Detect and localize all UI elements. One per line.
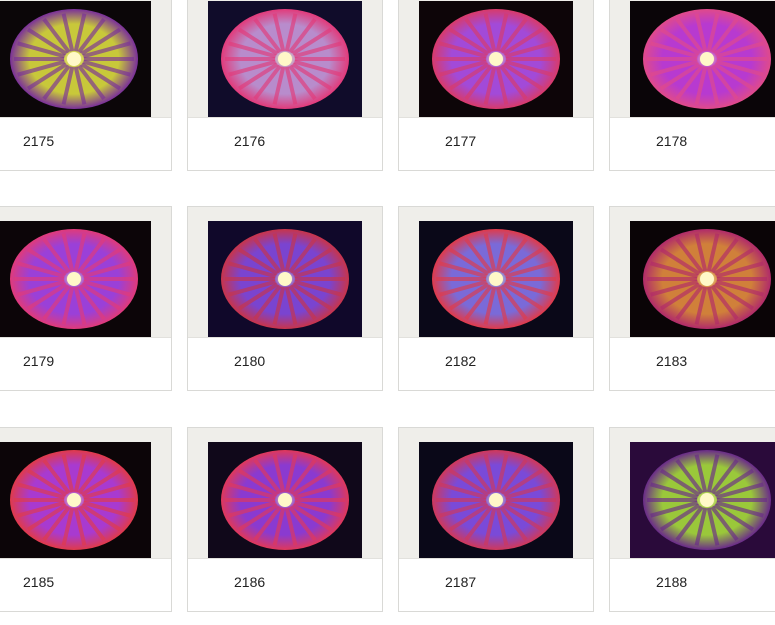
product-number[interactable]: 2178 — [656, 133, 687, 149]
product-image-frame — [399, 207, 593, 338]
product-photo[interactable] — [419, 221, 573, 337]
product-image-frame — [610, 0, 775, 118]
product-photo[interactable] — [630, 1, 775, 117]
product-image-frame — [188, 207, 382, 338]
product-number[interactable]: 2176 — [234, 133, 265, 149]
product-number[interactable]: 2183 — [656, 353, 687, 369]
product-card[interactable]: 2183 — [609, 206, 775, 391]
product-image-frame — [188, 428, 382, 559]
product-card[interactable]: 2176 — [187, 0, 383, 171]
product-photo[interactable] — [419, 1, 573, 117]
product-number[interactable]: 2188 — [656, 574, 687, 590]
product-number[interactable]: 2180 — [234, 353, 265, 369]
coral-image — [643, 9, 771, 109]
coral-image — [432, 450, 560, 550]
product-number[interactable]: 2179 — [23, 353, 54, 369]
product-card[interactable]: 2185 — [0, 427, 172, 612]
product-card[interactable]: 2177 — [398, 0, 594, 171]
coral-image — [643, 229, 771, 329]
coral-image — [221, 450, 349, 550]
product-card[interactable]: 2179 — [0, 206, 172, 391]
product-number[interactable]: 2185 — [23, 574, 54, 590]
product-image-frame — [188, 0, 382, 118]
product-number[interactable]: 2182 — [445, 353, 476, 369]
product-photo[interactable] — [208, 442, 362, 558]
coral-image — [432, 229, 560, 329]
product-photo[interactable] — [0, 442, 151, 558]
product-number[interactable]: 2175 — [23, 133, 54, 149]
product-card[interactable]: 2178 — [609, 0, 775, 171]
product-number[interactable]: 2187 — [445, 574, 476, 590]
product-photo[interactable] — [0, 221, 151, 337]
product-photo[interactable] — [208, 1, 362, 117]
product-image-frame — [0, 207, 171, 338]
product-image-frame — [399, 428, 593, 559]
coral-image — [10, 9, 138, 109]
coral-image — [10, 450, 138, 550]
product-number[interactable]: 2186 — [234, 574, 265, 590]
coral-image — [221, 229, 349, 329]
product-photo[interactable] — [630, 221, 775, 337]
product-card[interactable]: 2180 — [187, 206, 383, 391]
coral-image — [221, 9, 349, 109]
product-image-frame — [610, 207, 775, 338]
product-card[interactable]: 2188 — [609, 427, 775, 612]
product-photo[interactable] — [208, 221, 362, 337]
coral-image — [432, 9, 560, 109]
product-card[interactable]: 2175 — [0, 0, 172, 171]
product-card[interactable]: 2182 — [398, 206, 594, 391]
coral-image — [643, 450, 771, 550]
product-image-frame — [610, 428, 775, 559]
product-photo[interactable] — [630, 442, 775, 558]
product-card[interactable]: 2186 — [187, 427, 383, 612]
coral-image — [10, 229, 138, 329]
product-photo[interactable] — [0, 1, 151, 117]
product-image-frame — [0, 428, 171, 559]
product-image-frame — [399, 0, 593, 118]
product-card[interactable]: 2187 — [398, 427, 594, 612]
product-number[interactable]: 2177 — [445, 133, 476, 149]
product-photo[interactable] — [419, 442, 573, 558]
product-image-frame — [0, 0, 171, 118]
